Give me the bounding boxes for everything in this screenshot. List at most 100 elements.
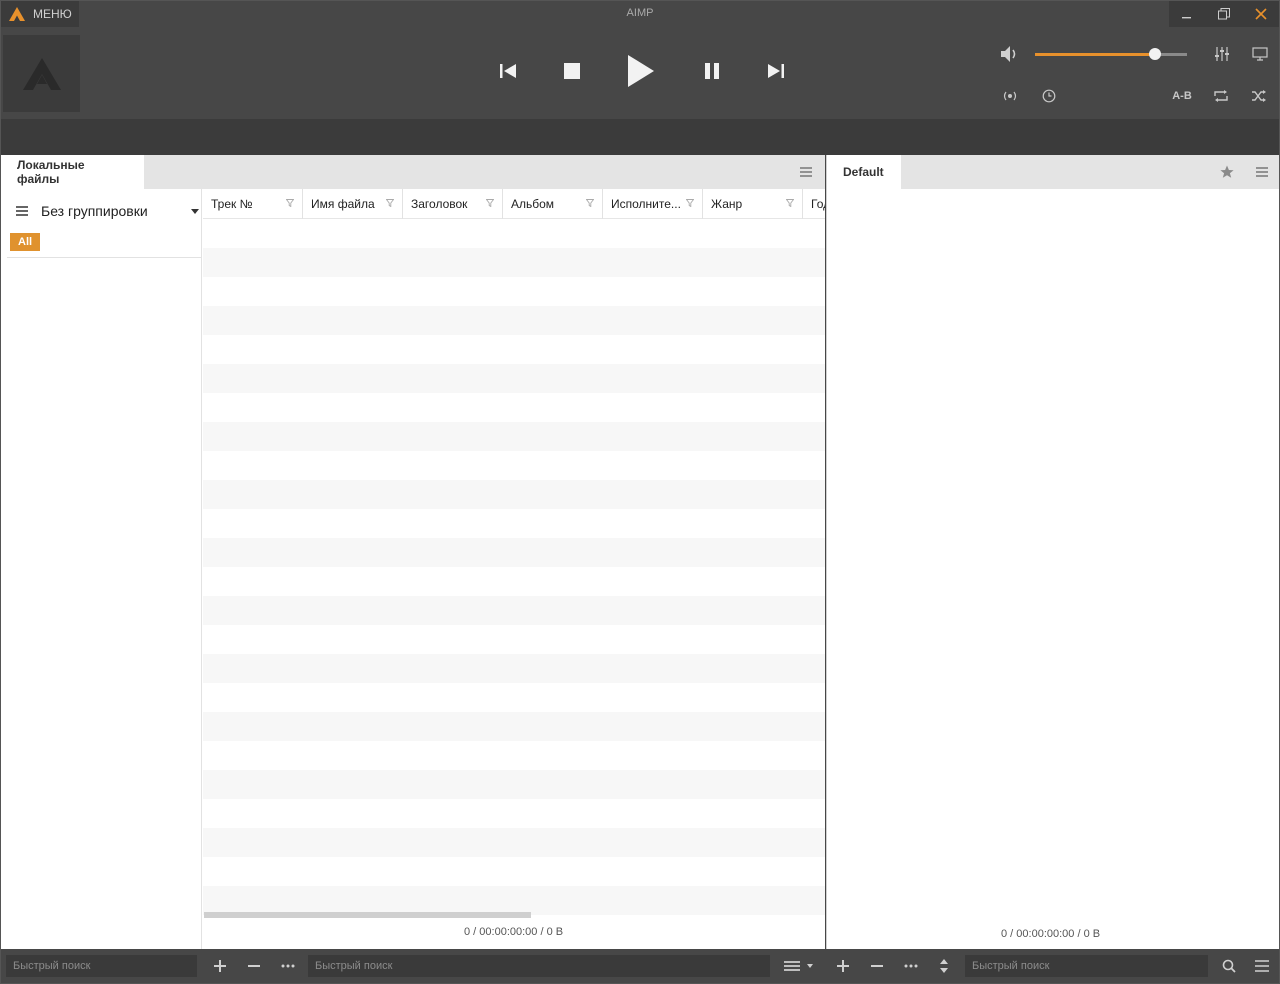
radio-button[interactable] [1001,87,1019,105]
grouping-selector[interactable]: Без группировки [15,197,199,225]
aimp-cover-logo-icon [22,57,61,90]
table-row [203,306,825,335]
all-filter-badge[interactable]: All [10,233,41,251]
stop-icon [564,63,580,79]
library-status: 0 / 00:00:00:00 / 0 B [464,926,564,938]
view-options-button[interactable] [779,955,821,977]
add-button[interactable] [209,955,231,977]
column-header-label: Альбом [511,197,555,211]
minimize-button[interactable] [1169,1,1206,27]
hamburger-icon [1256,167,1268,177]
tab-default-playlist[interactable]: Default [827,155,901,189]
table-row [203,364,825,393]
playlist-more-button[interactable] [900,955,922,977]
column-header-label: Трек № [211,197,253,211]
aimp-window: МЕНЮ AIMP A-B Локальные файлы Без группи… [0,0,1280,984]
previous-icon [500,64,516,78]
play-button[interactable] [621,51,661,91]
table-row [203,393,825,422]
column-header-label: Жанр [711,197,743,211]
column-header[interactable]: Трек № [203,189,303,219]
remove-button[interactable] [243,955,265,977]
monitor-icon [1252,47,1268,61]
table-search-input[interactable] [308,955,770,977]
library-search-input[interactable] [6,955,197,977]
column-header[interactable]: Год [803,189,825,219]
plus-icon [837,960,849,972]
menu-button[interactable]: МЕНЮ [1,1,79,27]
tab-local-files[interactable]: Локальные файлы [1,155,144,189]
table-row [203,770,825,799]
table-row [203,480,825,509]
table-row [203,886,825,915]
horizontal-scrollbar[interactable] [203,912,825,918]
filter-icon[interactable] [686,199,694,207]
window-title: AIMP [626,7,654,19]
scheduler-button[interactable] [1040,87,1058,105]
stop-button[interactable] [555,54,589,88]
close-button[interactable] [1242,1,1279,27]
restore-button[interactable] [1206,1,1243,27]
bottom-toolbar [1,949,1279,983]
menu-label: МЕНЮ [33,7,72,21]
table-row [203,683,825,712]
search-button[interactable] [1218,955,1240,977]
column-header[interactable]: Имя файла [303,189,403,219]
table-row [203,248,825,277]
table-row [203,335,825,364]
volume-slider[interactable] [1035,48,1187,60]
shuffle-button[interactable] [1250,87,1268,105]
next-button[interactable] [759,54,793,88]
volume-button[interactable] [1000,45,1020,66]
table-row [203,596,825,625]
playlist-pane: Default 0 / 00:00:00:00 / 0 B [826,155,1279,949]
more-dots-icon [904,964,918,968]
column-header[interactable]: Жанр [703,189,803,219]
repeat-button[interactable] [1212,87,1230,105]
playlist-remove-button[interactable] [866,955,888,977]
album-cover [3,35,80,112]
table-row [203,828,825,857]
grouping-panel: Без группировки All [1,189,202,949]
library-tab-bar: Локальные файлы [1,155,825,189]
hamburger-icon [800,167,812,177]
equalizer-icon [1215,47,1229,61]
previous-button[interactable] [491,54,525,88]
table-row [203,625,825,654]
clock-icon [1042,89,1056,103]
divider [7,257,201,258]
more-button[interactable] [277,955,299,977]
table-header: Трек № Имя файла Заголовок Альбом Исполните.… [203,189,825,219]
filter-icon[interactable] [786,199,794,207]
scrollbar-thumb[interactable] [204,912,531,918]
column-header[interactable]: Заголовок [403,189,503,219]
filter-icon[interactable] [486,199,494,207]
playlist-menu-button[interactable] [1254,164,1270,180]
column-header[interactable]: Исполните... [603,189,703,219]
playlist-search-input[interactable] [965,955,1208,977]
playlist-add-button[interactable] [832,955,854,977]
bottom-menu-button[interactable] [1251,955,1273,977]
table-row [203,857,825,886]
filter-icon[interactable] [286,199,294,207]
list-dropdown-icon [784,961,813,971]
ab-repeat-button[interactable]: A-B [1169,87,1195,105]
minimize-icon [1182,17,1192,19]
close-icon [1255,8,1267,20]
pause-button[interactable] [695,54,729,88]
library-menu-button[interactable] [798,164,814,180]
filter-icon[interactable] [586,199,594,207]
radio-broadcast-icon [1003,91,1017,101]
sort-button[interactable] [933,955,955,977]
list-icon [16,206,28,216]
column-header[interactable]: Альбом [503,189,603,219]
visualization-button[interactable] [1251,45,1269,63]
speaker-icon [1001,46,1016,62]
volume-slider-knob[interactable] [1149,48,1162,60]
filter-icon[interactable] [386,199,394,207]
equalizer-button[interactable] [1213,45,1231,63]
playlist-status: 0 / 00:00:00:00 / 0 B [1001,928,1101,940]
hamburger-icon [1255,960,1269,972]
favorite-button[interactable] [1219,164,1235,180]
table-row [203,538,825,567]
